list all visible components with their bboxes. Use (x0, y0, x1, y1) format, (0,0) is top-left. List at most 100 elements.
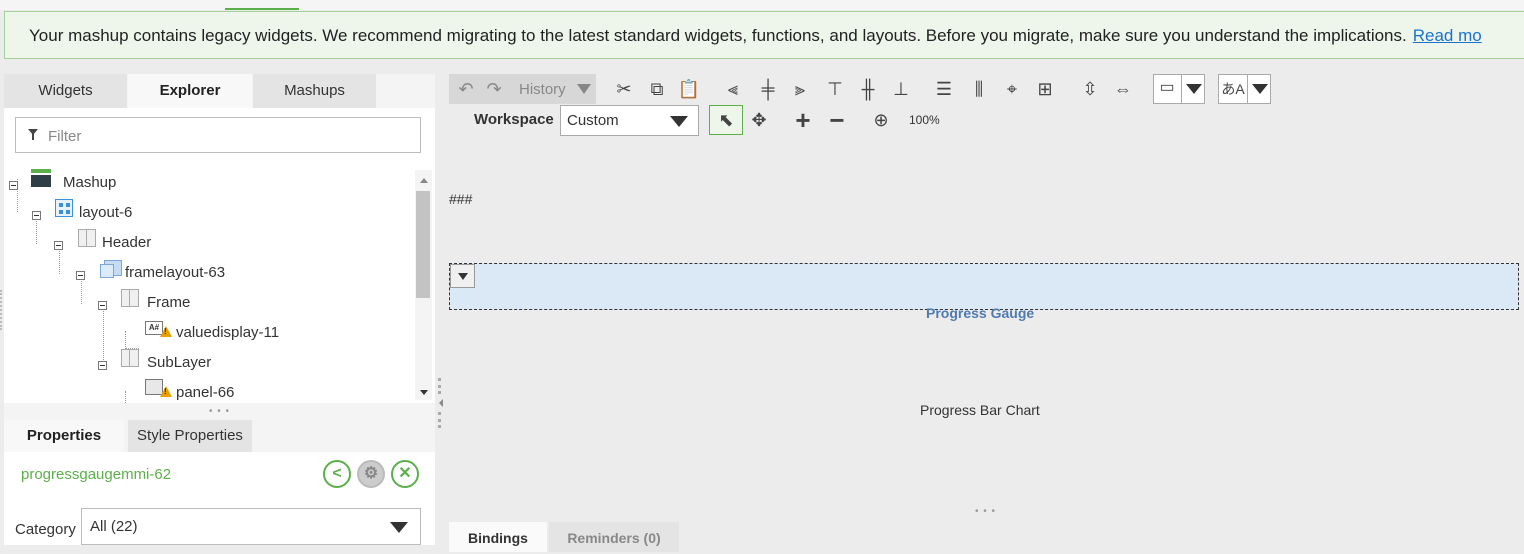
category-label: Category (15, 521, 76, 538)
category-select[interactable]: All (22) (81, 508, 421, 545)
align-left-icon[interactable]: ⫷ (720, 74, 746, 104)
history-label[interactable]: History (519, 81, 566, 98)
filter-input[interactable] (46, 124, 410, 148)
legacy-widgets-banner: Your mashup contains legacy widgets. We … (4, 11, 1524, 59)
layout-options-dropdown[interactable]: ▭ (1153, 74, 1205, 104)
center-widget-icon[interactable]: ⌖ (999, 74, 1025, 104)
left-edge-handle[interactable] (0, 290, 5, 330)
filter-box[interactable] (15, 117, 421, 153)
tree-collapse-toggle[interactable] (76, 271, 85, 280)
progress-gauge-widget[interactable] (449, 263, 1519, 310)
close-icon[interactable]: ✕ (391, 460, 419, 488)
tree-collapse-toggle[interactable] (98, 361, 107, 370)
translate-icon: あA (1221, 81, 1245, 97)
tree-item-panel[interactable]: panel-66 (176, 378, 234, 403)
tab-bindings[interactable]: Bindings (449, 522, 547, 552)
properties-panel: progressgaugemmi-62 < ⚙ ✕ Category All (… (4, 452, 435, 545)
left-panel: Widgets Explorer Mashups Mashup layout-6… (4, 74, 435, 545)
same-height-icon[interactable]: ⇳ (1077, 74, 1103, 104)
distribute-horizontal-icon[interactable]: ⫼ (966, 74, 992, 104)
zoom-level: 100% (909, 113, 940, 127)
align-top-icon[interactable]: ⊤ (822, 74, 848, 104)
tab-explorer[interactable]: Explorer (128, 74, 252, 108)
frame-layout-icon (100, 260, 122, 278)
zoom-out-icon[interactable]: − (824, 105, 850, 135)
tree-item-header[interactable]: Header (102, 228, 151, 258)
align-right-icon[interactable]: ⫸ (787, 74, 813, 104)
mashup-icon (31, 169, 51, 187)
tab-bar-filler (376, 74, 435, 108)
move-icon[interactable]: ✥ (746, 105, 772, 135)
tab-style-properties[interactable]: Style Properties (128, 420, 252, 452)
tree-item-sublayer[interactable]: SubLayer (147, 348, 211, 378)
tab-mashups[interactable]: Mashups (253, 74, 376, 108)
tree-item-framelayout[interactable]: framelayout-63 (125, 258, 225, 288)
tab-reminders[interactable]: Reminders (0) (549, 522, 679, 552)
panel-icon (121, 349, 139, 367)
layout-icon (55, 199, 73, 217)
panel-icon (78, 229, 96, 247)
banner-text-wrap: Your mashup contains legacy widgets. We … (29, 26, 1482, 46)
localization-dropdown[interactable]: あA (1218, 74, 1271, 104)
tree-collapse-toggle[interactable] (98, 301, 107, 310)
tree-collapse-toggle[interactable] (32, 211, 41, 220)
progress-bar-chart-label[interactable]: Progress Bar Chart (920, 402, 1040, 418)
history-group: ↶ ↷ History (449, 74, 596, 104)
zoom-in-icon[interactable]: + (790, 105, 816, 135)
value-display-placeholder[interactable]: ### (449, 191, 472, 207)
same-width-icon[interactable]: ⇔ (1110, 74, 1136, 104)
warning-icon (160, 326, 172, 337)
tree-scrollbar-thumb[interactable] (416, 191, 430, 298)
tree-item-mashup[interactable]: Mashup (63, 168, 116, 198)
splitter-handle[interactable] (438, 378, 445, 394)
copy-icon[interactable]: ⧉ (644, 74, 670, 104)
gear-icon[interactable]: ⚙ (357, 460, 385, 488)
paste-icon[interactable]: 📋 (676, 74, 702, 104)
pointer-icon: ⬉ (718, 110, 734, 130)
chevron-down-icon (390, 522, 408, 533)
chevron-down-icon (458, 273, 468, 280)
tree-collapse-toggle[interactable] (54, 241, 63, 250)
share-icon[interactable]: < (323, 460, 351, 488)
layout-icon: ▭ (1159, 79, 1175, 96)
scroll-down-arrow-icon[interactable] (420, 390, 428, 395)
select-tool-button[interactable]: ⬉ (709, 105, 743, 135)
redo-icon[interactable]: ↷ (481, 74, 507, 104)
widget-menu-button[interactable] (450, 264, 475, 288)
chevron-down-icon (1186, 84, 1202, 94)
tree-item-frame[interactable]: Frame (147, 288, 190, 318)
zoom-reset-icon[interactable]: ⊕ (868, 105, 894, 135)
properties-tab-bar: Properties Style Properties (4, 420, 435, 452)
workspace-label: Workspace (474, 111, 554, 128)
panel-resize-handle[interactable]: • • • (209, 406, 230, 417)
bottom-panel-resize-handle[interactable]: • • • (975, 506, 996, 517)
workspace-value: Custom (567, 112, 619, 129)
tab-widgets[interactable]: Widgets (4, 74, 127, 108)
align-center-icon[interactable]: ╪ (755, 74, 781, 104)
fit-widget-icon[interactable]: ⊞ (1032, 74, 1058, 104)
distribute-vertical-icon[interactable]: ☰ (931, 74, 957, 104)
chevron-down-icon (1252, 84, 1268, 94)
tree-collapse-toggle[interactable] (9, 181, 18, 190)
dropdown-divider (1181, 75, 1182, 103)
warning-icon (160, 386, 172, 397)
read-more-link[interactable]: Read mo (1413, 26, 1482, 45)
workspace-select[interactable]: Custom (560, 105, 699, 136)
cut-icon[interactable]: ✂ (611, 74, 637, 104)
align-bottom-icon[interactable]: ⊥ (888, 74, 914, 104)
scroll-up-arrow-icon[interactable] (420, 178, 428, 183)
tree-item-valuedisplay[interactable]: valuedisplay-11 (176, 318, 279, 348)
history-dropdown-icon[interactable] (577, 84, 591, 94)
tab-properties[interactable]: Properties (4, 420, 124, 452)
filter-icon-stem (32, 134, 34, 140)
undo-icon[interactable]: ↶ (453, 74, 479, 104)
tree-connector (103, 301, 104, 364)
align-middle-icon[interactable]: ╫ (855, 74, 881, 104)
selected-widget-name: progressgaugemmi-62 (21, 466, 172, 483)
category-value: All (22) (90, 518, 138, 535)
collapse-arrow-icon[interactable] (439, 399, 443, 407)
splitter-handle[interactable] (438, 412, 445, 428)
progress-gauge-label: Progress Gauge (926, 305, 1035, 321)
tree-connector (125, 331, 126, 349)
tree-item-layout[interactable]: layout-6 (79, 198, 132, 228)
